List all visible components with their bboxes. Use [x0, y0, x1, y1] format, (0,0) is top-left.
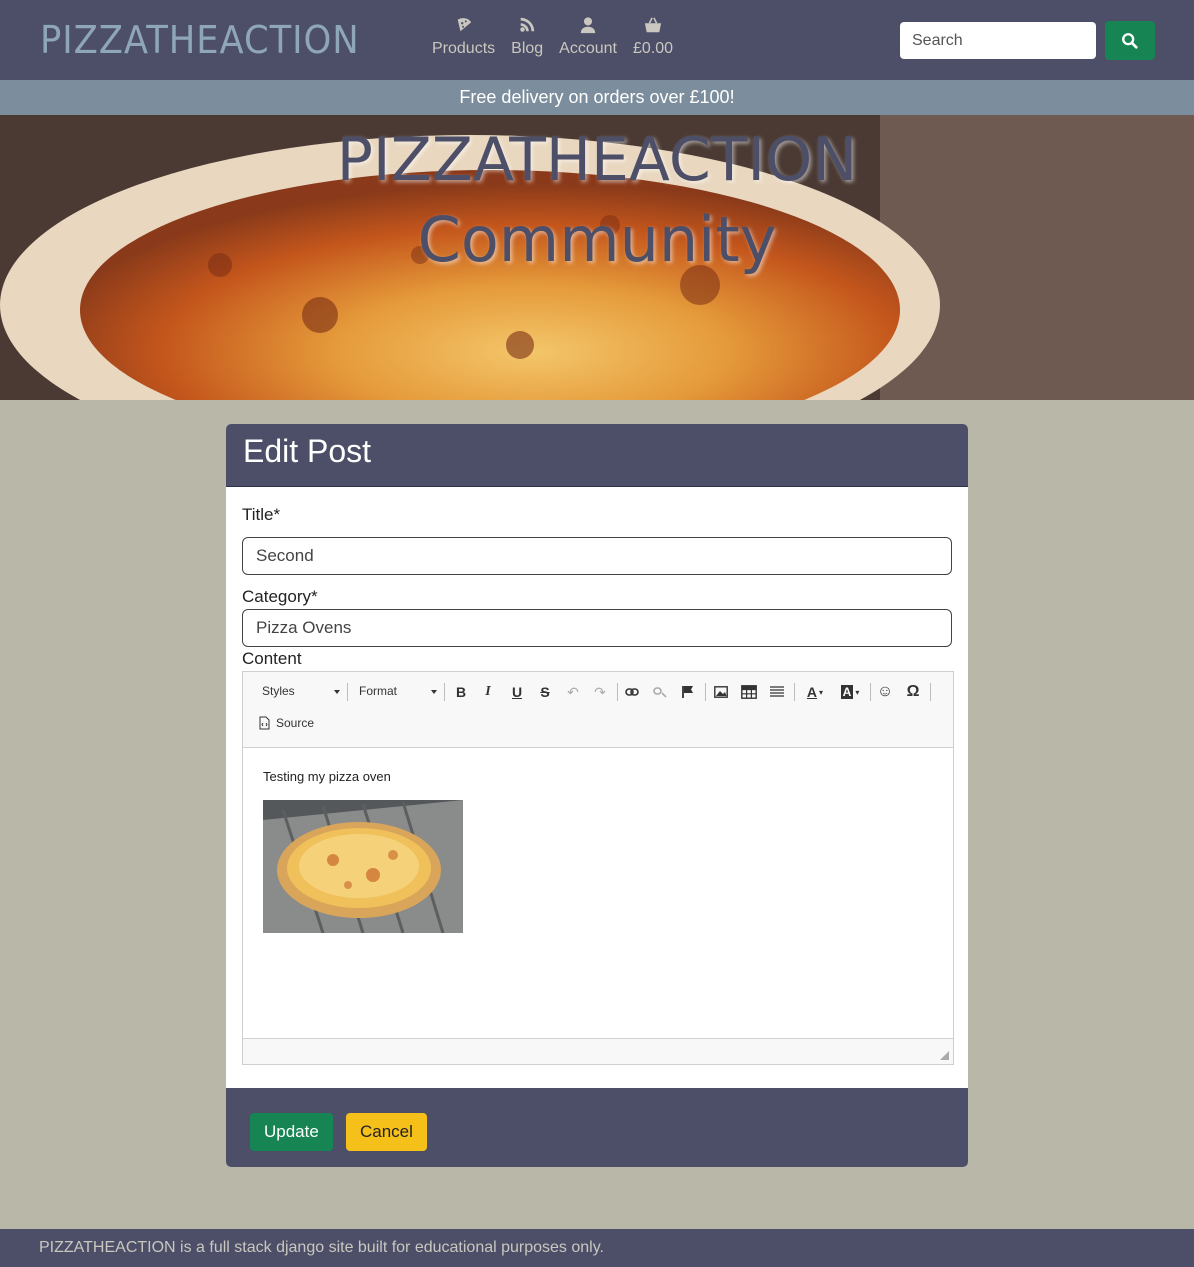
edit-post-card: Edit Post Title* Category* Content Style…: [226, 424, 968, 1167]
redo-icon[interactable]: ↷: [589, 681, 611, 703]
card-title: Edit Post: [226, 424, 968, 487]
table-icon[interactable]: [738, 681, 760, 703]
pizza-icon: [457, 18, 471, 32]
hero-image: PIZZATHEACTION Community: [0, 115, 1194, 400]
editor-content-area[interactable]: Testing my pizza oven: [243, 749, 953, 1039]
image-icon[interactable]: [710, 681, 732, 703]
underline-icon[interactable]: U: [506, 681, 528, 703]
link-icon[interactable]: [621, 681, 643, 703]
format-dropdown[interactable]: Format: [359, 684, 437, 702]
anchor-flag-icon[interactable]: [677, 681, 699, 703]
user-icon: [580, 17, 596, 34]
source-icon: [259, 716, 270, 730]
pizza-photo: [263, 800, 463, 933]
styles-dropdown[interactable]: Styles: [262, 684, 340, 702]
content-label: Content: [242, 649, 302, 668]
special-char-icon[interactable]: Ω: [902, 681, 924, 703]
category-label: Category*: [242, 587, 318, 606]
hero-title-line1: PIZZATHEACTION: [336, 125, 858, 195]
smiley-icon[interactable]: ☺: [874, 681, 896, 703]
update-button[interactable]: Update: [250, 1113, 333, 1151]
nav-account-label: Account: [559, 40, 617, 57]
nav-blog-label: Blog: [511, 40, 544, 57]
nav-links: Products Blog Account £0.00: [432, 16, 673, 58]
brand-logo[interactable]: PIZZATHEACTION: [40, 18, 360, 62]
source-button[interactable]: Source: [259, 716, 314, 730]
format-label: Format: [359, 684, 398, 698]
nav-blog[interactable]: Blog: [511, 16, 543, 58]
rss-icon: [520, 17, 535, 32]
nav-products-label: Products: [432, 40, 496, 57]
delivery-banner: Free delivery on orders over £100!: [0, 80, 1194, 115]
styles-label: Styles: [262, 684, 295, 698]
title-input[interactable]: [242, 537, 952, 575]
editor-toolbar: Styles Format B I U S ↶ ↷ A ▾ A ▾ ☺ Ω So…: [243, 672, 953, 748]
category-input[interactable]: [242, 609, 952, 647]
title-label: Title*: [242, 505, 281, 524]
nav-account[interactable]: Account: [559, 16, 617, 58]
nav-basket[interactable]: £0.00: [633, 16, 673, 58]
card-footer: Update Cancel: [226, 1088, 968, 1167]
search-icon: [1122, 32, 1138, 49]
hero-title-line2: Community: [417, 203, 777, 276]
basket-icon: [644, 17, 662, 33]
editor-statusbar: [243, 1038, 953, 1064]
editor-paragraph: Testing my pizza oven: [263, 769, 391, 784]
horizontal-rule-icon[interactable]: [766, 681, 788, 703]
nav-products[interactable]: Products: [432, 16, 495, 58]
bold-icon[interactable]: B: [450, 681, 472, 703]
cancel-button[interactable]: Cancel: [346, 1113, 427, 1151]
rich-text-editor: Styles Format B I U S ↶ ↷ A ▾ A ▾ ☺ Ω So…: [242, 671, 954, 1065]
site-footer: PIZZATHEACTION is a full stack django si…: [0, 1229, 1194, 1267]
text-color-icon[interactable]: A ▾: [800, 681, 830, 703]
nav-basket-total: £0.00: [632, 40, 674, 57]
source-label: Source: [276, 716, 315, 730]
strikethrough-icon[interactable]: S: [534, 681, 556, 703]
search-button[interactable]: [1105, 21, 1155, 60]
search-input[interactable]: [900, 22, 1096, 59]
top-navbar: PIZZATHEACTION Products Blog Account £0.…: [0, 0, 1194, 80]
undo-icon[interactable]: ↶: [562, 681, 584, 703]
italic-icon[interactable]: I: [477, 681, 499, 703]
resize-handle[interactable]: [940, 1051, 949, 1060]
background-color-icon[interactable]: A ▾: [835, 681, 865, 703]
unlink-icon[interactable]: [649, 681, 671, 703]
